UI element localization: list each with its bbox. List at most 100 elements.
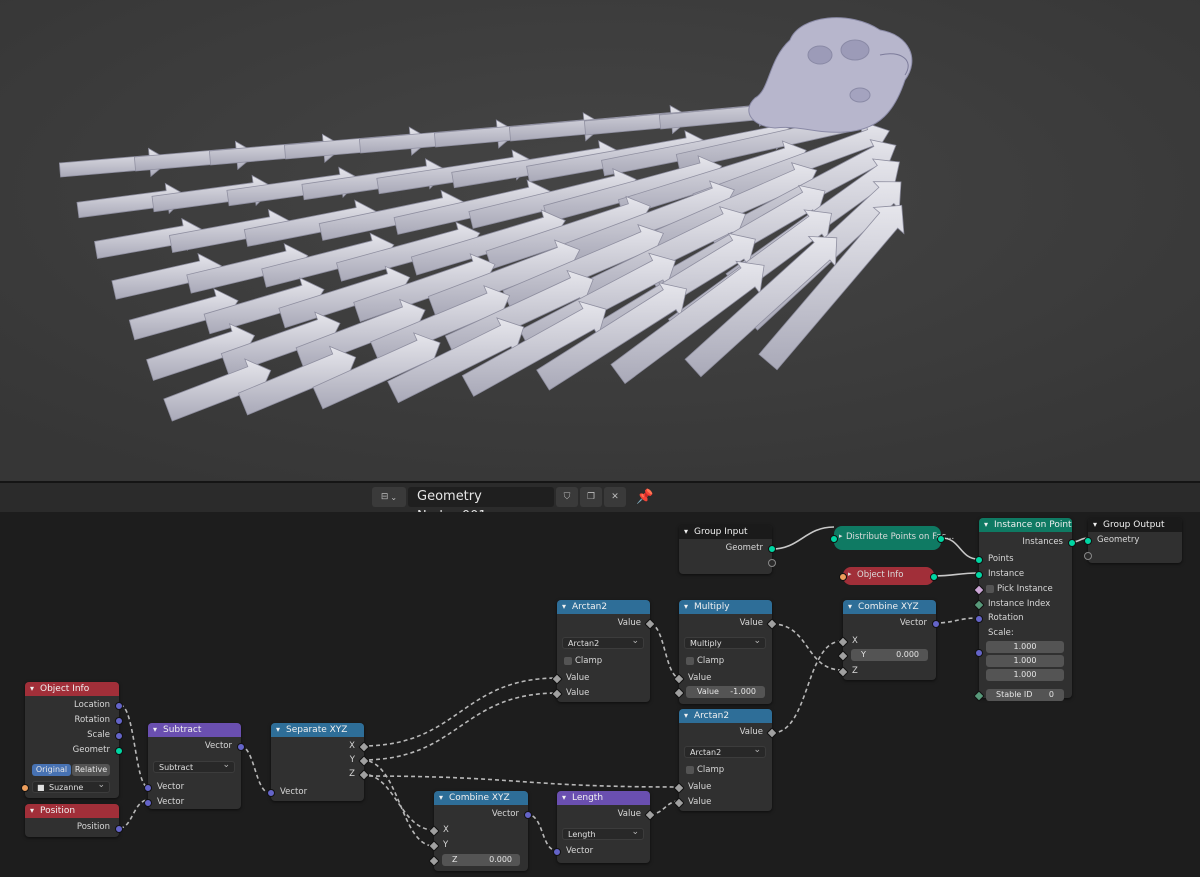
node-combine-xyz[interactable]: Combine XYZ Vector X Y Z 0.000 (428, 791, 532, 871)
node-group-input[interactable]: Group Input Geometr (679, 525, 776, 574)
node-position[interactable]: Position Position (25, 804, 123, 837)
socket-position[interactable] (115, 825, 123, 833)
node-header[interactable]: Instance on Points (979, 518, 1072, 532)
operation-dropdown[interactable]: Arctan2 (562, 635, 644, 649)
output-vector: Vector (204, 741, 232, 751)
socket-y[interactable] (837, 650, 849, 662)
node-header[interactable]: Subtract (148, 723, 241, 737)
node-header[interactable]: Length (557, 791, 650, 805)
output-vector: Vector (491, 809, 519, 819)
pin-button[interactable]: 📌 (634, 487, 656, 507)
node-header[interactable]: Group Input (679, 525, 772, 539)
socket-instances-out[interactable] (1068, 539, 1076, 547)
output-z: Z (349, 769, 355, 779)
node-header[interactable]: Object Info (25, 682, 119, 696)
socket-rotation[interactable] (115, 717, 123, 725)
output-value: Value (739, 727, 763, 737)
node-tree-name-field[interactable]: Geometry Nodes.001 (408, 487, 554, 524)
input-instance-index: Instance Index (988, 599, 1051, 609)
y-value-field[interactable]: Y 0.000 (851, 649, 928, 661)
scale-z-field[interactable]: 1.000 (986, 669, 1064, 681)
node-instance-on-points[interactable]: Instance on Points Instances Points Inst… (973, 518, 1076, 702)
z-value-field[interactable]: Z 0.000 (442, 854, 520, 866)
socket-vector-out[interactable] (932, 620, 940, 628)
socket-object[interactable] (21, 784, 29, 792)
fake-user-shield-icon: ⛉ (563, 492, 571, 502)
fake-user-button[interactable]: ⛉ (556, 487, 578, 507)
node-combine-xyz-2[interactable]: Combine XYZ Vector X Y 0.000 Z (837, 600, 940, 680)
object-field[interactable]: ■ Suzanne (32, 779, 110, 793)
object-icon: ■ (37, 783, 45, 792)
unlink-button[interactable]: ✕ (604, 487, 626, 507)
output-y: Y (349, 755, 355, 765)
input-vector: Vector (566, 846, 594, 856)
socket-vector-out[interactable] (237, 743, 245, 751)
relative-toggle[interactable]: Relative (72, 764, 110, 776)
expand-chevron-icon: ▸ (848, 570, 852, 578)
node-multiply[interactable]: Multiply Value Multiply Clamp Value Valu… (673, 600, 778, 704)
output-x: X (349, 741, 355, 751)
value-field[interactable]: Value -1.000 (686, 686, 765, 698)
socket-rotation[interactable] (975, 615, 983, 623)
socket-value-in-2[interactable] (673, 687, 685, 699)
socket-points-out[interactable] (937, 535, 945, 543)
node-header[interactable]: Combine XYZ (843, 600, 936, 614)
3d-viewport[interactable] (0, 0, 1200, 481)
socket-vector-in[interactable] (267, 789, 275, 797)
node-editor-canvas[interactable]: Object Info Location Rotation Scale Geom… (0, 512, 1200, 877)
operation-dropdown[interactable]: Subtract (153, 759, 235, 773)
node-arctan2-bottom[interactable]: Arctan2 Value Arctan2 Clamp Value Value (673, 709, 778, 811)
stable-id-field[interactable]: Stable ID 0 (986, 689, 1064, 701)
input-x: X (852, 636, 858, 646)
editor-type-button[interactable]: ⊟ ⌄ (372, 487, 406, 507)
socket-scale[interactable] (115, 732, 123, 740)
clamp-label: Clamp (697, 765, 725, 775)
socket-vector-in-1[interactable] (144, 784, 152, 792)
expand-chevron-icon: ▸ (839, 532, 843, 540)
socket-vector-in-2[interactable] (144, 799, 152, 807)
socket-stable-id[interactable] (973, 690, 985, 702)
socket-z[interactable] (428, 855, 440, 867)
node-header[interactable]: Separate XYZ (271, 723, 364, 737)
output-value: Value (617, 618, 641, 628)
node-header[interactable]: Arctan2 (679, 709, 772, 723)
node-header[interactable]: Multiply (679, 600, 772, 614)
duplicate-button[interactable]: ❐ (580, 487, 602, 507)
operation-dropdown[interactable]: Arctan2 (684, 744, 766, 758)
node-header[interactable]: Group Output (1088, 518, 1182, 532)
scale-label: Scale: (988, 628, 1014, 638)
input-value-1: Value (566, 673, 590, 683)
input-instance: Instance (988, 569, 1025, 579)
socket-points[interactable] (975, 556, 983, 564)
socket-vector-in[interactable] (553, 848, 561, 856)
socket-geometry[interactable] (115, 747, 123, 755)
node-length[interactable]: Length Value Length Vector (553, 791, 656, 863)
node-header[interactable]: Arctan2 (557, 600, 650, 614)
socket-location[interactable] (115, 702, 123, 710)
socket-empty[interactable] (1084, 552, 1092, 560)
socket-geometry-in[interactable] (1084, 537, 1092, 545)
socket-mesh-in[interactable] (830, 535, 838, 543)
node-object-info-collapsed[interactable]: ▸ Object Info (839, 567, 938, 585)
node-group-output[interactable]: Group Output Geometry (1084, 518, 1182, 563)
original-toggle[interactable]: Original (32, 764, 71, 776)
socket-geometry[interactable] (768, 545, 776, 553)
operation-dropdown[interactable]: Length (562, 826, 644, 840)
scale-x-field[interactable]: 1.000 (986, 641, 1064, 653)
node-distribute-points[interactable]: ▸ Distribute Points on Fac... (830, 526, 954, 550)
socket-scale[interactable] (975, 649, 983, 657)
node-header[interactable]: Combine XYZ (434, 791, 528, 805)
operation-dropdown[interactable]: Multiply (684, 635, 766, 649)
socket-object-in[interactable] (839, 573, 847, 581)
socket-instance[interactable] (975, 571, 983, 579)
socket-empty[interactable] (768, 559, 776, 567)
scale-y-field[interactable]: 1.000 (986, 655, 1064, 667)
node-header[interactable]: Position (25, 804, 119, 818)
node-subtract[interactable]: Subtract Vector Subtract Vector Vector (144, 723, 245, 809)
socket-geometry-out[interactable] (930, 573, 938, 581)
node-arctan2-top[interactable]: Arctan2 Value Arctan2 Clamp Value Value (551, 600, 656, 702)
node-object-info[interactable]: Object Info Location Rotation Scale Geom… (21, 682, 123, 798)
node-separate-xyz[interactable]: Separate XYZ X Y Z Vector (267, 723, 370, 801)
input-x: X (443, 825, 449, 835)
socket-vector-out[interactable] (524, 811, 532, 819)
